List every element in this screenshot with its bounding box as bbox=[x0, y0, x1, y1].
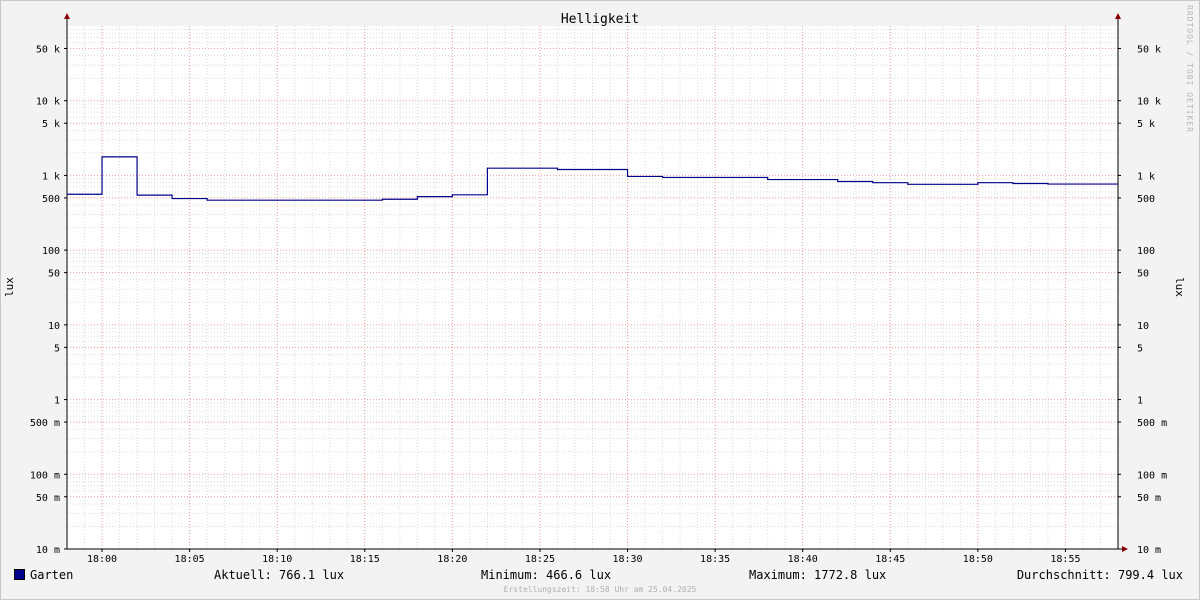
y-tick-label-left: 100 bbox=[42, 246, 60, 257]
y-tick-label-right: 1 bbox=[1137, 396, 1143, 407]
x-tick-label: 18:15 bbox=[350, 554, 380, 565]
x-tick-label: 18:10 bbox=[262, 554, 292, 565]
y-tick-label-left: 5 k bbox=[42, 119, 60, 130]
y-tick-label-left: 10 bbox=[48, 321, 60, 332]
y-axis-arrow-left bbox=[64, 13, 70, 19]
y-tick-label-right: 50 bbox=[1137, 269, 1149, 280]
y-tick-label-right: 5 k bbox=[1137, 119, 1155, 130]
y-axis-arrow-right bbox=[1115, 13, 1121, 19]
legend-label-garten: Garten bbox=[30, 568, 74, 582]
y-tick-label-left: 10 m bbox=[36, 545, 60, 556]
x-tick-label: 18:35 bbox=[700, 554, 730, 565]
y-axis-label-left: lux bbox=[3, 277, 16, 297]
y-tick-label-right: 5 bbox=[1137, 343, 1143, 354]
y-tick-label-left: 500 bbox=[42, 194, 60, 205]
y-tick-label-left: 500 m bbox=[30, 418, 60, 429]
chart: 10 m 10 m 50 m 50 m 100 m 100 m 500 m 500 m 1 1 5 5… bbox=[3, 12, 1186, 565]
x-tick-label: 18:25 bbox=[525, 554, 555, 565]
y-tick-label-right: 1 k bbox=[1137, 171, 1155, 182]
creation-timestamp: Erstellungszeit: 18:58 Uhr am 25.04.2025 bbox=[503, 585, 697, 594]
x-tick-label: 18:30 bbox=[612, 554, 642, 565]
y-tick-label-right: 10 bbox=[1137, 321, 1149, 332]
y-tick-label-right: 500 bbox=[1137, 194, 1155, 205]
y-axis-label-right: lux bbox=[1173, 277, 1186, 297]
y-tick-label-left: 50 m bbox=[36, 493, 60, 504]
legend-current: Aktuell: 766.1 lux bbox=[214, 568, 345, 582]
x-tick-label: 18:00 bbox=[87, 554, 117, 565]
y-tick-label-right: 10 k bbox=[1137, 97, 1161, 108]
y-tick-label-right: 100 bbox=[1137, 246, 1155, 257]
legend-minimum: Minimum: 466.6 lux bbox=[481, 568, 612, 582]
rrdtool-watermark: RRDTOOL / TOBI OETIKER bbox=[1185, 5, 1194, 133]
y-tick-label-right: 10 m bbox=[1137, 545, 1161, 556]
y-tick-label-right: 50 k bbox=[1137, 44, 1161, 55]
y-tick-label-left: 50 bbox=[48, 269, 60, 280]
x-tick-label: 18:05 bbox=[175, 554, 205, 565]
y-tick-label-left: 50 k bbox=[36, 44, 60, 55]
legend-swatch-garten bbox=[14, 569, 25, 580]
x-tick-label: 18:45 bbox=[875, 554, 905, 565]
y-tick-label-left: 10 k bbox=[36, 97, 60, 108]
x-tick-label: 18:40 bbox=[788, 554, 818, 565]
x-tick-label: 18:20 bbox=[437, 554, 467, 565]
x-tick-label: 18:55 bbox=[1050, 554, 1080, 565]
y-tick-label-left: 1 bbox=[54, 396, 60, 407]
y-tick-label-right: 500 m bbox=[1137, 418, 1167, 429]
y-tick-label-right: 50 m bbox=[1137, 493, 1161, 504]
legend-average: Durchschnitt: 799.4 lux bbox=[1016, 568, 1183, 582]
x-tick-label: 18:50 bbox=[963, 554, 993, 565]
y-tick-label-right: 100 m bbox=[1137, 470, 1167, 481]
y-tick-label-left: 5 bbox=[54, 343, 60, 354]
y-tick-label-left: 100 m bbox=[30, 470, 60, 481]
y-tick-label-left: 1 k bbox=[42, 171, 60, 182]
chart-title: Helligkeit bbox=[561, 12, 639, 27]
x-axis-arrow bbox=[1122, 546, 1128, 552]
legend-maximum: Maximum: 1772.8 lux bbox=[749, 568, 887, 582]
